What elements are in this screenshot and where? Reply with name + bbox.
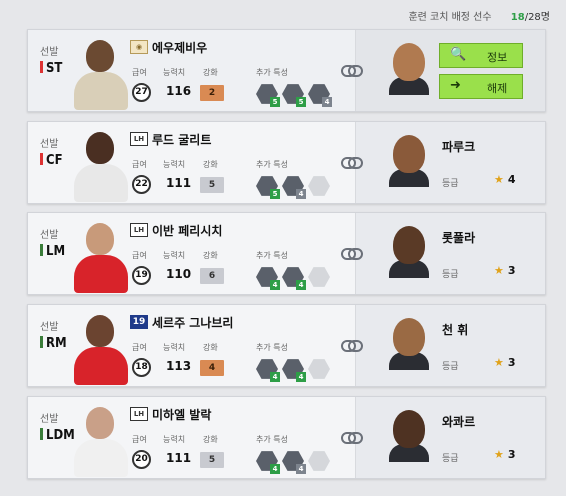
trait-icon[interactable]: 4 [256,450,280,474]
coach-grade: ★ 3 [494,448,516,461]
trait-icon[interactable]: 5 [282,83,306,107]
trait-slot-empty [308,358,330,380]
coach-portrait [389,226,429,278]
player-portrait [72,405,130,477]
salary-badge: 20 [132,450,151,469]
star-icon: ★ [494,173,504,186]
coach-grade: ★ 4 [494,173,516,186]
arrow-right-icon: ➜ [450,78,461,93]
upgrade-badge: 4 [200,360,224,376]
salary-badge: 22 [132,175,151,194]
star-icon: ★ [494,448,504,461]
season-icon: LH [130,132,148,146]
trait-icon[interactable]: 5 [256,83,280,107]
trait-icon[interactable]: 4 [282,358,306,382]
link-icon [341,156,363,169]
trait-icon[interactable]: 5 [256,175,280,199]
player-row[interactable]: 선발 LDM LH 미하엘 발락 급여 능력치 강화 20 111 5 추가 특… [27,396,546,479]
trait-icon[interactable]: 4 [256,358,280,382]
coach-grade: ★ 3 [494,264,516,277]
coach-portrait [389,410,429,462]
info-button[interactable]: 🔍 정보 [439,43,523,68]
coach-name: 천 휘 [442,323,469,337]
link-icon [341,64,363,77]
player-portrait [72,313,130,385]
header-title: 훈련 코치 배정 선수 [408,12,492,23]
starter-label: 선발 [40,414,59,425]
salary-badge: 18 [132,358,151,377]
upgrade-badge: 5 [200,452,224,468]
trait-slot-empty [308,175,330,197]
player-row[interactable]: 선발 ST ◉ 에우제비우 급여 능력치 강화 27 116 2 추가 특성 5… [27,29,546,112]
position: LDM [40,428,75,443]
position: LM [40,244,65,259]
player-portrait [72,130,130,202]
coach-name: 롯풀라 [442,231,476,245]
trait-slot-empty [308,266,330,288]
player-name[interactable]: 미하엘 발락 [152,406,211,423]
trait-icon[interactable]: 4 [282,266,306,290]
coach-portrait [389,318,429,370]
link-icon [341,247,363,260]
assigned-count: 18/28명 [510,12,550,23]
season-icon: LH [130,223,148,237]
position: ST [40,61,62,76]
ovr-value: 116 [166,84,192,98]
coach-portrait [389,135,429,187]
season-icon: LH [130,407,148,421]
coach-grade: ★ 3 [494,356,516,369]
star-icon: ★ [494,264,504,277]
season-icon: 19 [130,315,148,329]
ovr-value: 113 [166,359,192,373]
player-row[interactable]: 선발 RM 19 세르주 그나브리 급여 능력치 강화 18 113 4 추가 … [27,304,546,387]
player-name[interactable]: 이반 페리시치 [152,222,222,239]
trait-slot-empty [308,450,330,472]
starter-label: 선발 [40,230,59,241]
trait-icon[interactable]: 4 [282,175,306,199]
ovr-value: 111 [166,451,192,465]
player-row[interactable]: 선발 CF LH 루드 굴리트 급여 능력치 강화 22 111 5 추가 특성… [27,121,546,204]
upgrade-badge: 5 [200,177,224,193]
player-name[interactable]: 에우제비우 [152,39,207,56]
starter-label: 선발 [40,322,59,333]
trait-icon[interactable]: 4 [256,266,280,290]
player-row[interactable]: 선발 LM LH 이반 페리시치 급여 능력치 강화 19 110 6 추가 특… [27,212,546,295]
search-icon: 🔍 [450,47,467,62]
season-icon: ◉ [130,40,148,54]
salary-badge: 19 [132,266,151,285]
ovr-value: 111 [166,176,192,190]
player-portrait [72,38,130,110]
star-icon: ★ [494,356,504,369]
player-name[interactable]: 루드 굴리트 [152,131,211,148]
player-portrait [72,221,130,293]
trait-icon[interactable]: 4 [282,450,306,474]
position: CF [40,153,63,168]
link-icon [341,339,363,352]
link-icon [341,431,363,444]
trait-icon[interactable]: 4 [308,83,332,107]
coach-name: 파루크 [442,140,476,154]
starter-label: 선발 [40,47,59,58]
salary-badge: 27 [132,83,151,102]
position: RM [40,336,67,351]
coach-portrait [389,43,429,95]
header: 훈련 코치 배정 선수 18/28명 [408,8,550,23]
ovr-value: 110 [166,267,192,281]
starter-label: 선발 [40,139,59,150]
upgrade-badge: 2 [200,85,224,101]
player-name[interactable]: 세르주 그나브리 [152,314,233,331]
release-button[interactable]: ➜ 해제 [439,74,523,99]
upgrade-badge: 6 [200,268,224,284]
coach-name: 와콰르 [442,415,476,429]
